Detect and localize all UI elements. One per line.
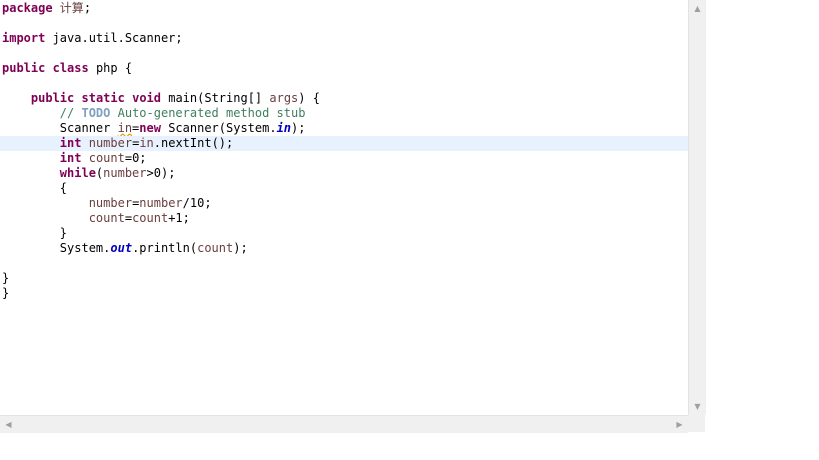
code-line-14: number=number/10;: [2, 196, 688, 211]
code-line-9: Scanner in=new Scanner(System.in);: [2, 121, 688, 136]
code-text: >0);: [146, 166, 176, 180]
code-text: }: [2, 286, 10, 300]
code-line-11: int count=0;: [2, 151, 688, 166]
code-text: .println(: [132, 241, 198, 255]
code-text: );: [291, 121, 306, 135]
code-text: +1;: [168, 211, 190, 225]
code-text: ) {: [298, 91, 320, 105]
code-text: /10;: [182, 196, 212, 210]
code-line-16: }: [2, 226, 688, 241]
static-field: in: [276, 121, 292, 135]
code-line-17: System.out.println(count);: [2, 241, 688, 256]
scroll-down-arrow-icon[interactable]: ▼: [689, 398, 706, 415]
keyword: public: [2, 61, 46, 75]
code-text: Scanner: [59, 121, 118, 135]
code-text: }: [59, 226, 68, 240]
package-name: 计算: [52, 1, 84, 15]
code-line-8: // TODO Auto-generated method stub: [2, 106, 688, 121]
comment: //: [59, 106, 82, 120]
parameter: args: [269, 91, 299, 105]
code-text: );: [233, 241, 248, 255]
code-text: System.: [59, 241, 111, 255]
code-text: =0;: [124, 151, 147, 165]
code-line-12: while(number>0);: [2, 166, 688, 181]
scroll-left-arrow-icon[interactable]: ◀: [0, 416, 17, 433]
keyword: int: [59, 151, 82, 165]
scroll-up-arrow-icon[interactable]: ▲: [689, 0, 706, 17]
code-line-7: public static void main(String[] args) {: [2, 91, 688, 106]
code-line-5: public class php {: [2, 61, 688, 76]
code-line-1: package 计算;: [2, 1, 688, 16]
code-text: main(String[]: [161, 91, 270, 105]
code-text: Scanner(System.: [160, 121, 277, 135]
variable: count: [197, 241, 234, 255]
vertical-scrollbar[interactable]: ▲ ▼: [688, 0, 706, 415]
keyword: new: [139, 121, 161, 135]
keyword: class: [52, 61, 89, 75]
variable: count: [88, 211, 125, 225]
code-text: .nextInt();: [153, 136, 234, 150]
code-line-10-current: int number=in.nextInt();: [0, 136, 688, 151]
code-line-13: {: [2, 181, 688, 196]
code-text: ;: [83, 1, 92, 15]
code-line-15: count=count+1;: [2, 211, 688, 226]
horizontal-scrollbar[interactable]: ◀ ▶: [0, 415, 688, 433]
code-text: }: [2, 271, 10, 285]
code-text: java.util.Scanner;: [45, 31, 183, 45]
variable: number: [139, 196, 183, 210]
comment: Auto-generated method stub: [110, 106, 306, 120]
code-line-19: }: [2, 271, 688, 286]
code-editor[interactable]: package 计算; import java.util.Scanner; pu…: [0, 0, 688, 415]
code-line-20: }: [2, 286, 688, 301]
keyword: void: [132, 91, 161, 105]
keyword: public: [30, 91, 75, 105]
scroll-right-arrow-icon[interactable]: ▶: [671, 416, 688, 433]
keyword: static: [81, 91, 125, 105]
variable-warning: in: [117, 121, 133, 135]
code-text: =: [124, 211, 133, 225]
keyword: import: [2, 31, 46, 45]
keyword: int: [59, 136, 82, 150]
scrollbar-corner: [688, 415, 705, 432]
todo-tag: TODO: [81, 106, 111, 120]
code-area[interactable]: package 计算; import java.util.Scanner; pu…: [0, 1, 688, 301]
code-text: {: [59, 181, 68, 195]
variable: in: [139, 136, 154, 150]
variable: number: [103, 166, 147, 180]
code-line-3: import java.util.Scanner;: [2, 31, 688, 46]
variable: number: [88, 136, 133, 150]
keyword: while: [59, 166, 96, 180]
keyword: package: [2, 1, 53, 15]
variable: number: [88, 196, 133, 210]
static-field: out: [110, 241, 133, 255]
variable: count: [132, 211, 169, 225]
variable: count: [88, 151, 125, 165]
code-text: php {: [88, 61, 133, 75]
